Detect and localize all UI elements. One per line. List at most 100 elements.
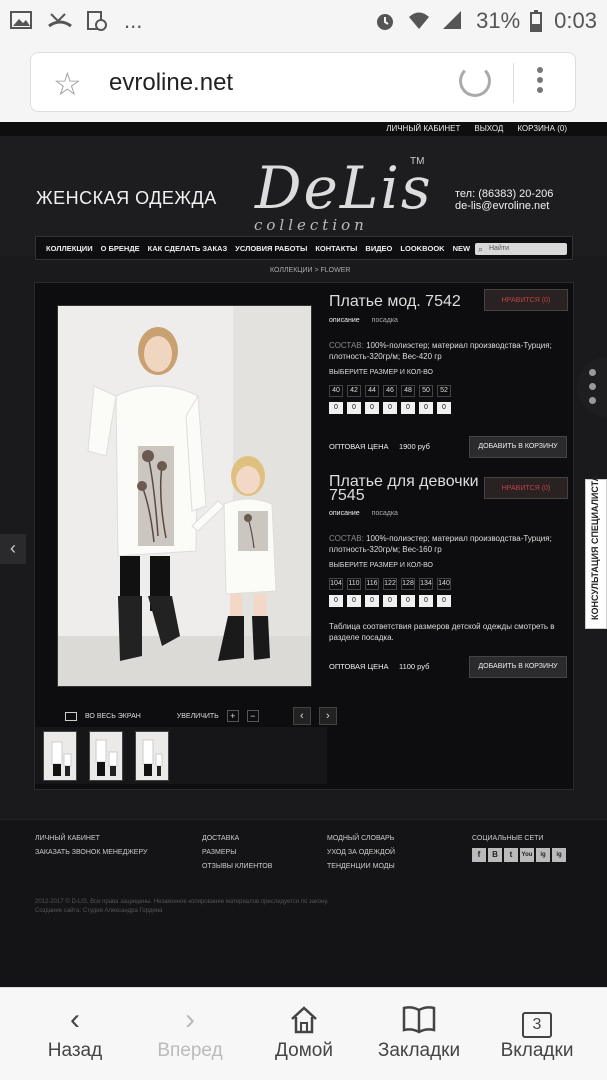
qty-input[interactable]: 0 xyxy=(383,402,397,414)
footer-link[interactable]: МОДНЫЙ СЛОВАРЬ xyxy=(327,832,395,846)
prev-page-arrow-icon[interactable]: ‹ xyxy=(0,534,26,564)
prev-image-icon[interactable]: ‹ xyxy=(292,707,311,725)
missed-call-icon xyxy=(48,10,72,32)
tab-fit[interactable]: посадка xyxy=(372,510,398,517)
tab-description[interactable]: описание xyxy=(329,510,360,517)
tabs-button[interactable]: 3 Вкладки xyxy=(492,1000,582,1062)
copyright: 2012-2017 © D-LIS. Все права защищены. Н… xyxy=(35,898,328,916)
size-label: ВЫБЕРИТЕ РАЗМЕР И КОЛ-ВО xyxy=(329,369,433,376)
site-footer: ЛИЧНЫЙ КАБИНЕТ ЗАКАЗАТЬ ЗВОНОК МЕНЕДЖЕРУ… xyxy=(0,819,607,987)
size-option: 50 xyxy=(419,385,433,397)
qty-input[interactable]: 0 xyxy=(383,595,397,607)
qty-input[interactable]: 0 xyxy=(365,595,379,607)
price-value: 1100 руб xyxy=(398,662,430,671)
qty-input[interactable]: 0 xyxy=(419,402,433,414)
nav-video[interactable]: ВИДЕО xyxy=(365,244,392,253)
qty-input[interactable]: 0 xyxy=(437,595,451,607)
breadcrumb[interactable]: КОЛЛЕКЦИИ > FLOWER xyxy=(270,267,350,274)
phone: тел: (86383) 20-206 xyxy=(455,188,554,200)
nav-how-to-order[interactable]: КАК СДЕЛАТЬ ЗАКАЗ xyxy=(148,244,228,253)
top-strip: ЛИЧНЫЙ КАБИНЕТ ВЫХОД КОРЗИНА (0) xyxy=(0,122,607,136)
bookmark-star-icon[interactable]: ☆ xyxy=(53,65,82,103)
nav-collections[interactable]: КОЛЛЕКЦИИ xyxy=(46,244,93,253)
product-photo[interactable] xyxy=(57,305,312,687)
like-button-7545[interactable]: НРАВИТСЯ (0) xyxy=(484,477,568,499)
footer-link[interactable]: ОТЗЫВЫ КЛИЕНТОВ xyxy=(202,860,272,874)
size-option: 122 xyxy=(383,578,397,590)
overflow-menu-icon[interactable] xyxy=(537,67,543,97)
thumbnail[interactable] xyxy=(135,731,169,781)
home-button[interactable]: Домой xyxy=(268,1000,340,1062)
tab-description[interactable]: описание xyxy=(329,317,360,324)
address-bar[interactable]: ☆ evroline.net xyxy=(30,52,576,112)
site-header: ЖЕНСКАЯ ОДЕЖДА DeLis TM collection тел: … xyxy=(0,136,607,260)
footer-link[interactable]: ЗАКАЗАТЬ ЗВОНОК МЕНЕДЖЕРУ xyxy=(35,846,147,860)
dot xyxy=(589,383,596,390)
reload-icon[interactable] xyxy=(459,65,491,97)
fullscreen-icon[interactable] xyxy=(65,711,77,721)
nav-contacts[interactable]: КОНТАКТЫ xyxy=(315,244,357,253)
product-7542-composition: СОСТАВ: 100%-полиэстер; материал произво… xyxy=(329,340,561,362)
consult-specialist-tab[interactable]: КОНСУЛЬТАЦИЯ СПЕЦИАЛИСТА xyxy=(585,475,607,629)
size-option: 52 xyxy=(437,385,451,397)
size-option: 140 xyxy=(437,578,451,590)
youtube-icon[interactable]: You xyxy=(520,848,534,862)
add-to-cart-7542[interactable]: ДОБАВИТЬ В КОРЗИНУ xyxy=(469,436,567,458)
fullscreen-button[interactable]: ВО ВЕСЬ ЭКРАН xyxy=(85,713,141,720)
twitter-icon[interactable]: t xyxy=(504,848,518,862)
forward-button[interactable]: › Вперед xyxy=(150,1000,230,1062)
next-image-icon[interactable]: › xyxy=(318,707,337,725)
composition-label: СОСТАВ: xyxy=(329,534,364,543)
thumbnail[interactable] xyxy=(43,731,77,781)
size-option: 116 xyxy=(365,578,379,590)
qty-input[interactable]: 0 xyxy=(347,595,361,607)
qty-input[interactable]: 0 xyxy=(365,402,379,414)
qty-input[interactable]: 0 xyxy=(347,402,361,414)
instagram-icon[interactable]: ig xyxy=(536,848,550,862)
nav-new[interactable]: NEW xyxy=(453,244,471,253)
product-7545-tabs: описание посадка xyxy=(329,510,398,517)
back-button[interactable]: ‹ Назад xyxy=(40,1000,110,1062)
logout-link[interactable]: ВЫХОД xyxy=(474,124,503,133)
zoom-in-button[interactable]: + xyxy=(226,710,239,722)
footer-link[interactable]: УХОД ЗА ОДЕЖДОЙ xyxy=(327,846,395,860)
browser-address-area: ☆ evroline.net xyxy=(0,44,607,122)
qty-input[interactable]: 0 xyxy=(329,595,343,607)
nav-lookbook[interactable]: LOOKBOOK xyxy=(400,244,444,253)
vk-icon[interactable]: B xyxy=(488,848,502,862)
bookmarks-button[interactable]: Закладки xyxy=(372,1000,466,1062)
floating-menu[interactable] xyxy=(577,357,607,417)
nav-about[interactable]: О БРЕНДЕ xyxy=(101,244,140,253)
nav-terms[interactable]: УСЛОВИЯ РАБОТЫ xyxy=(235,244,307,253)
site-logo[interactable]: DeLis xyxy=(255,154,433,222)
thumbnail[interactable] xyxy=(89,731,123,781)
price-value: 1900 руб xyxy=(398,442,430,451)
email[interactable]: de-lis@evroline.net xyxy=(455,200,553,212)
credits-line[interactable]: Создание сайта: Студия Александра Гордин… xyxy=(35,907,328,916)
size-option: 40 xyxy=(329,385,343,397)
header-contacts: тел: (86383) 20-206 de-lis@evroline.net xyxy=(455,188,553,212)
zoom-out-button[interactable]: − xyxy=(246,710,259,722)
qty-input[interactable]: 0 xyxy=(419,595,433,607)
site-search-input[interactable]: Найти xyxy=(475,243,567,255)
tab-fit[interactable]: посадка xyxy=(372,317,398,324)
cart-link[interactable]: КОРЗИНА (0) xyxy=(517,124,567,133)
qty-input[interactable]: 0 xyxy=(437,402,451,414)
footer-link[interactable]: РАЗМЕРЫ xyxy=(202,846,272,860)
qty-input[interactable]: 0 xyxy=(401,402,415,414)
instagram-icon[interactable]: ig xyxy=(552,848,566,862)
qty-input[interactable]: 0 xyxy=(329,402,343,414)
footer-link[interactable]: ДОСТАВКА xyxy=(202,832,272,846)
social-title: СОЦИАЛЬНЫЕ СЕТИ xyxy=(472,835,544,842)
facebook-icon[interactable]: f xyxy=(472,848,486,862)
footer-link[interactable]: ТЕНДЕНЦИИ МОДЫ xyxy=(327,860,395,874)
url-text[interactable]: evroline.net xyxy=(109,69,233,97)
qty-input[interactable]: 0 xyxy=(401,595,415,607)
account-link[interactable]: ЛИЧНЫЙ КАБИНЕТ xyxy=(386,124,460,133)
like-button-7542[interactable]: НРАВИТСЯ (0) xyxy=(484,289,568,311)
add-to-cart-7545[interactable]: ДОБАВИТЬ В КОРЗИНУ xyxy=(469,656,567,678)
back-label: Назад xyxy=(47,1040,103,1061)
footer-link[interactable]: ЛИЧНЫЙ КАБИНЕТ xyxy=(35,832,147,846)
logo-trademark: TM xyxy=(410,156,425,167)
bookmarks-label: Закладки xyxy=(377,1040,461,1061)
